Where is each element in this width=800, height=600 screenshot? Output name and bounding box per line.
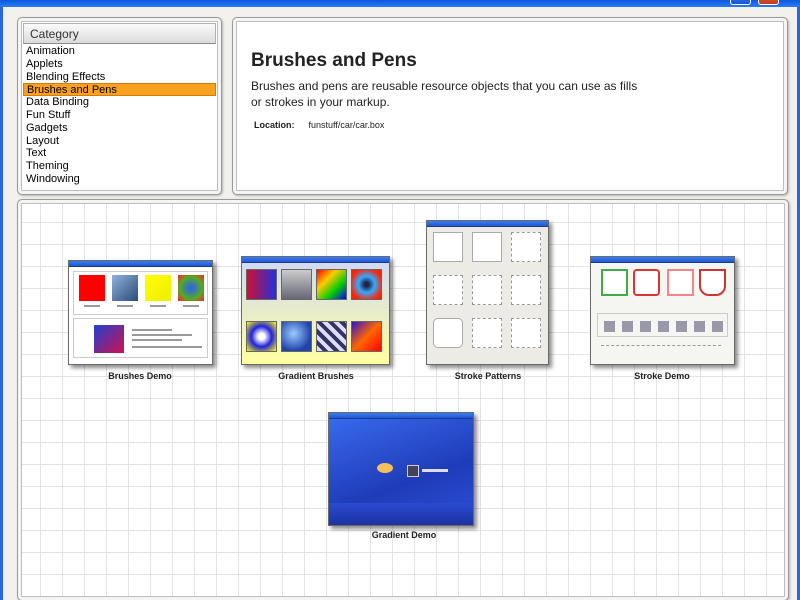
stroke-patterns-thumbnail[interactable]	[426, 220, 549, 365]
yellow-swatch	[145, 275, 171, 301]
category-header: Category	[23, 23, 216, 44]
category-panel: Category Animation Applets Blending Effect…	[17, 17, 222, 195]
stroke-demo-thumbnail[interactable]	[590, 256, 735, 365]
gradient-demo-label[interactable]: Gradient Demo	[324, 530, 484, 540]
category-item[interactable]: Blending Effects	[23, 71, 216, 84]
window-body: Category Animation Applets Blending Effect…	[0, 7, 800, 600]
category-item[interactable]: Theming	[23, 160, 216, 173]
minimize-button[interactable]	[730, 0, 751, 5]
brushes-demo-thumbnail[interactable]	[68, 260, 213, 365]
gradient-brushes-label[interactable]: Gradient Brushes	[236, 371, 396, 381]
brush-swatch-group	[73, 271, 208, 315]
demo-gallery: Brushes Demo Gradient Brushes Stroke Pat…	[17, 199, 789, 600]
description-title: Brushes and Pens	[251, 50, 417, 71]
user-icon	[407, 465, 419, 477]
radial-swatch	[178, 275, 204, 301]
stroke-patterns-label[interactable]: Stroke Patterns	[408, 371, 568, 381]
thumbnail-title-bar	[427, 221, 548, 227]
thumbnail-title-bar	[69, 261, 212, 267]
category-item[interactable]: Applets	[23, 58, 216, 71]
category-item[interactable]: Animation	[23, 45, 216, 58]
category-item[interactable]: Layout	[23, 135, 216, 148]
stroke-demo-label[interactable]: Stroke Demo	[582, 371, 742, 381]
category-item[interactable]: Brushes and Pens	[23, 83, 216, 96]
thumbnail-title-bar	[591, 257, 734, 263]
description-text: Brushes and pens are reusable resource o…	[251, 79, 638, 109]
category-item[interactable]: Data Binding	[23, 96, 216, 109]
category-item[interactable]: Text	[23, 147, 216, 160]
location-value: funstuff/car/car.box	[308, 120, 385, 130]
category-item[interactable]: Gadgets	[23, 122, 216, 135]
category-item[interactable]: Windowing	[23, 173, 216, 186]
image-swatch	[112, 275, 138, 301]
category-item[interactable]: Fun Stuff	[23, 109, 216, 122]
location-label: Location:	[254, 120, 295, 130]
brushes-demo-label[interactable]: Brushes Demo	[60, 371, 220, 381]
gradient-swatch	[94, 325, 124, 353]
gradient-demo-thumbnail[interactable]	[328, 412, 474, 526]
thumbnail-title-bar	[242, 257, 389, 263]
window-title-bar	[0, 0, 800, 7]
gradient-brushes-thumbnail[interactable]	[241, 256, 390, 365]
red-swatch	[79, 275, 105, 301]
category-list: Animation Applets Blending Effects Brushes …	[23, 44, 216, 186]
location-row: Location: funstuff/car/car.box	[251, 120, 769, 130]
description-panel: Brushes and Pens Brushes and pens are re…	[232, 17, 788, 195]
brush-detail-group	[73, 318, 208, 358]
close-button[interactable]	[758, 0, 779, 5]
thumbnail-title-bar	[329, 413, 473, 419]
logo-icon	[377, 463, 393, 473]
